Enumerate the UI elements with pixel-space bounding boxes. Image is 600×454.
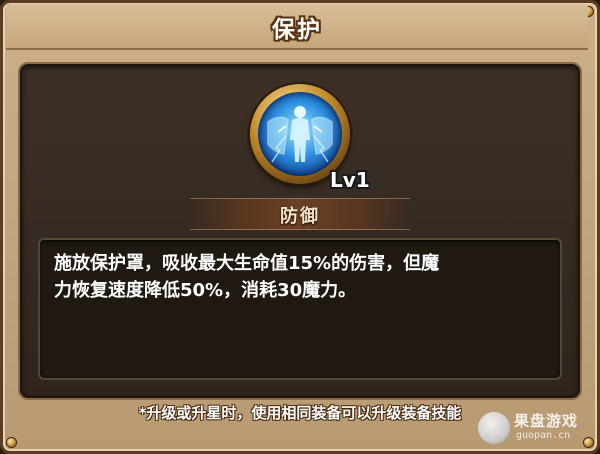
watermark-name: 果盘游戏 [514,412,579,430]
skill-level: Lv1 [330,168,370,192]
watermark: 果盘游戏 guopan.cn [478,408,592,448]
skill-type-label: 防御 [280,206,320,227]
dialog-title: 保护 [272,17,322,43]
watermark-logo-icon [478,412,510,444]
skill-type-band: 防御 [190,198,410,230]
dialog-header: 保护 [6,4,588,50]
skill-description-box: 施放保护罩，吸收最大生命值15%的伤害，但魔 力恢复速度降低50%，消耗30魔力… [38,238,562,380]
skill-description-line-1: 施放保护罩，吸收最大生命值15%的伤害，但魔 [54,253,440,274]
skill-description-line-2: 力恢复速度降低50%，消耗30魔力。 [54,280,357,301]
watermark-url: guopan.cn [516,430,571,441]
corner-rivet-bottom-left [7,438,16,447]
shield-figure-icon [258,92,342,176]
